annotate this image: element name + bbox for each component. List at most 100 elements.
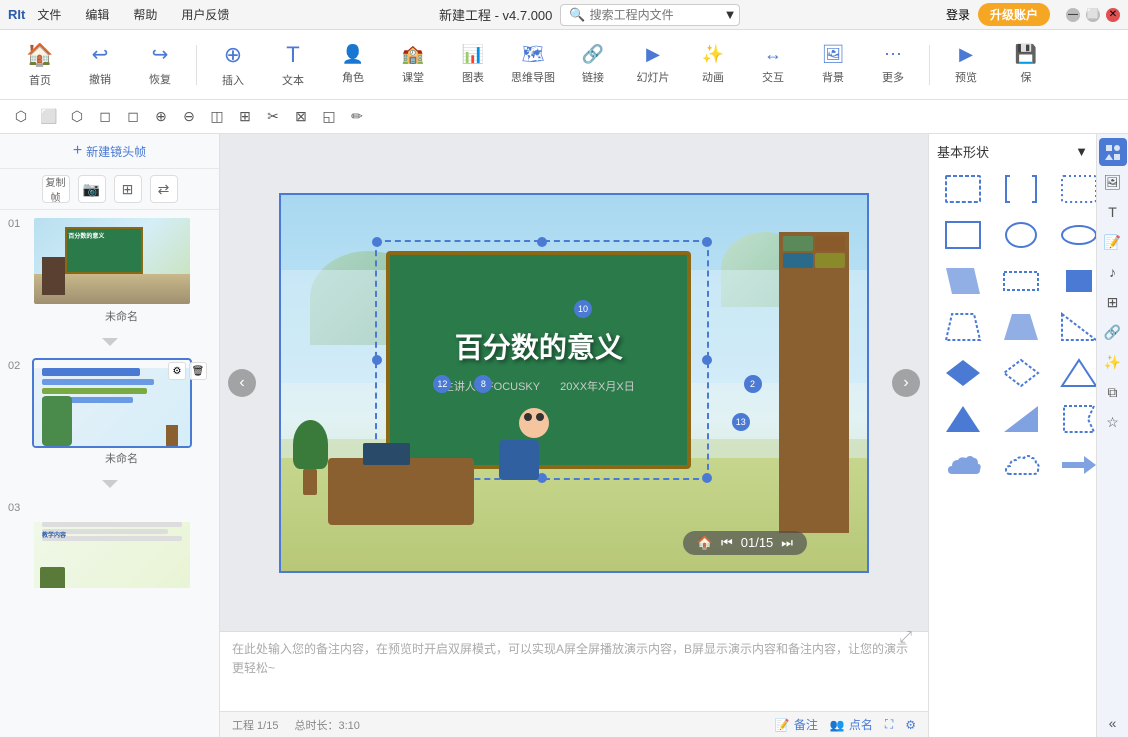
music-panel-btn[interactable]: ♪ (1099, 258, 1127, 286)
collapse-sidebar-btn[interactable]: « (1099, 709, 1127, 737)
shape-arrow[interactable] (1053, 445, 1096, 485)
maximize-button[interactable]: ⬜ (1086, 8, 1100, 22)
tool-redo[interactable]: ↪ 恢复 (132, 35, 188, 95)
sec-btn-crop[interactable]: ✂ (260, 104, 286, 130)
minimize-button[interactable]: — (1066, 8, 1080, 22)
tool-character[interactable]: 👤 角色 (325, 35, 381, 95)
fullscreen-action[interactable]: ⛶ (885, 716, 893, 733)
shape-right-triangle[interactable] (995, 399, 1047, 439)
tool-save[interactable]: 💾 保 (998, 35, 1054, 95)
grid-view-button[interactable]: ⊞ (114, 175, 142, 203)
search-input[interactable] (590, 8, 720, 22)
slide-thumb-3[interactable]: 教学内容 (32, 500, 192, 590)
menu-help[interactable]: 帮助 (129, 4, 161, 25)
slide-thumb-1[interactable]: 百分数的意义 (32, 216, 192, 306)
slide-item-2[interactable]: 02 ⚙ (0, 352, 219, 474)
shape-triangle-filled[interactable] (937, 399, 989, 439)
slide-item-1[interactable]: 01 百分数的意义 未命名 (0, 210, 219, 332)
roll-call-action[interactable]: 👥 点名 (830, 716, 873, 733)
shape-rect-filled[interactable] (1053, 261, 1096, 301)
shape-parallelogram[interactable] (937, 261, 989, 301)
slide-item-3[interactable]: 03 教学内容 (0, 494, 219, 596)
shape-oval[interactable] (1053, 215, 1096, 255)
login-button[interactable]: 登录 (946, 6, 970, 23)
shape-trapezoid-sym[interactable] (937, 307, 989, 347)
shape-rect-dashed2[interactable] (995, 261, 1047, 301)
menu-file[interactable]: 文件 (33, 4, 65, 25)
sec-btn-shape2[interactable]: ⬜ (36, 104, 62, 130)
slide-delete-btn-2[interactable]: 🗑 (189, 362, 207, 380)
tool-slideshow[interactable]: ▶ 幻灯片 (625, 35, 681, 95)
tool-animation[interactable]: ✨ 动画 (685, 35, 741, 95)
tool-classroom[interactable]: 🏫 课堂 (385, 35, 441, 95)
shape-flag[interactable] (1053, 399, 1096, 439)
sec-btn-zoom-out[interactable]: ⊖ (176, 104, 202, 130)
tool-home[interactable]: 🏠 首页 (12, 35, 68, 95)
sec-btn-shape5[interactable]: ◻ (120, 104, 146, 130)
tool-more[interactable]: ⋯ 更多 (865, 35, 921, 95)
tool-link[interactable]: 🔗 链接 (565, 35, 621, 95)
tool-preview[interactable]: ▶ 预览 (938, 35, 994, 95)
layers-panel-btn[interactable]: ⧉ (1099, 378, 1127, 406)
canvas-nav-left[interactable]: ‹ (228, 369, 256, 397)
note-panel-btn[interactable]: 📝 (1099, 228, 1127, 256)
shape-trapezoid[interactable] (995, 307, 1047, 347)
tool-insert[interactable]: ⊕ 插入 (205, 35, 261, 95)
shapes-panel-btn[interactable] (1099, 138, 1127, 166)
search-dropdown-icon[interactable]: ▼ (724, 7, 737, 22)
upgrade-button[interactable]: 升级账户 (978, 3, 1050, 26)
shape-bracket-square[interactable] (995, 169, 1047, 209)
sec-btn-shape3[interactable]: ⬡ (64, 104, 90, 130)
add-frame-icon: + (73, 142, 82, 160)
table-panel-btn[interactable]: ⊞ (1099, 288, 1127, 316)
tool-undo[interactable]: ↩ 撤销 (72, 35, 128, 95)
close-button[interactable]: ✕ (1106, 8, 1120, 22)
tool-chart[interactable]: 📊 图表 (445, 35, 501, 95)
shape-diamond[interactable] (937, 353, 989, 393)
shape-rect-dashed[interactable] (937, 169, 989, 209)
notes-expand-icon[interactable]: ⤢ (899, 629, 912, 647)
page-info: 工程 1/15 (232, 717, 278, 733)
camera-button[interactable]: 📷 (78, 175, 106, 203)
sec-btn-align[interactable]: ⊠ (288, 104, 314, 130)
copy-frame-button[interactable]: 复制帧 (42, 175, 70, 203)
menu-edit[interactable]: 编辑 (81, 4, 113, 25)
shape-triangle-right[interactable] (1053, 307, 1096, 347)
notes-label: 备注 (794, 716, 818, 733)
sec-btn-grid[interactable]: ⊞ (232, 104, 258, 130)
sec-btn-shape4[interactable]: ◻ (92, 104, 118, 130)
canvas-nav-right[interactable]: › (892, 369, 920, 397)
tool-mindmap-label: 思维导图 (511, 69, 555, 85)
shape-rect[interactable] (937, 215, 989, 255)
swap-button[interactable]: ⇄ (150, 175, 178, 203)
sec-btn-shape1[interactable]: ⬡ (8, 104, 34, 130)
tool-interact[interactable]: ↔ 交互 (745, 35, 801, 95)
shapes-dropdown-icon[interactable]: ▼ (1075, 144, 1088, 159)
shape-cloud-outline[interactable] (995, 445, 1047, 485)
notes-action[interactable]: 📝 备注 (775, 716, 818, 733)
image-panel-btn[interactable]: 🖼 (1099, 168, 1127, 196)
tool-mindmap[interactable]: 🗺 思维导图 (505, 35, 561, 95)
sec-btn-arrange[interactable]: ◱ (316, 104, 342, 130)
tool-text[interactable]: T 文本 (265, 35, 321, 95)
new-frame-header[interactable]: + 新建镜头帧 (0, 134, 219, 169)
shape-diamond-outline[interactable] (995, 353, 1047, 393)
notes-area[interactable]: 在此处输入您的备注内容，在预览时开启双屏模式，可以实现A屏全屏播放演示内容，B屏… (220, 631, 928, 711)
tool-background[interactable]: 🖼 背景 (805, 35, 861, 95)
link-panel-btn[interactable]: 🔗 (1099, 318, 1127, 346)
settings-action[interactable]: ⚙ (905, 716, 916, 733)
shape-rect-corner-dashed[interactable] (1053, 169, 1096, 209)
sec-btn-fit[interactable]: ◫ (204, 104, 230, 130)
sec-btn-zoom-in[interactable]: ⊕ (148, 104, 174, 130)
text-panel-btn[interactable]: T (1099, 198, 1127, 226)
shape-cloud[interactable] (937, 445, 989, 485)
search-bar[interactable]: 🔍 ▼ (560, 4, 740, 26)
main-slide-canvas[interactable]: 百分数的意义 主讲人：FOCUSKY 20XX年X月X日 (279, 193, 869, 573)
effect-panel-btn[interactable]: ✨ (1099, 348, 1127, 376)
shape-triangle-outline[interactable] (1053, 353, 1096, 393)
sec-btn-edit[interactable]: ✏ (344, 104, 370, 130)
star-panel-btn[interactable]: ☆ (1099, 408, 1127, 436)
menu-feedback[interactable]: 用户反馈 (177, 4, 233, 25)
shape-circle[interactable] (995, 215, 1047, 255)
slide-settings-btn-2[interactable]: ⚙ (168, 362, 186, 380)
